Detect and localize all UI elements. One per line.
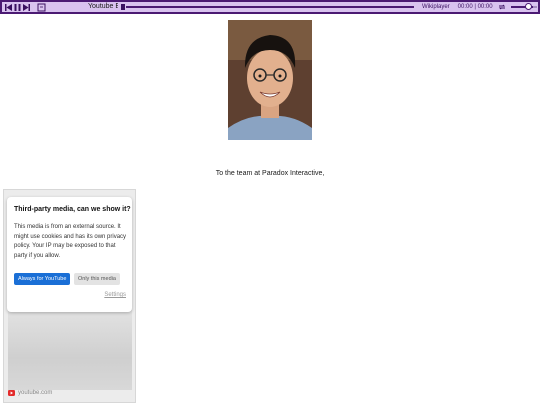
- skip-back-icon: [5, 3, 12, 11]
- skip-forward-icon: [23, 3, 30, 11]
- third-party-consent-dialog: Third-party media, can we show it? This …: [7, 197, 132, 312]
- media-title: Youtube E: [88, 3, 118, 10]
- media-player-bar: Youtube E Wikiplayer 00:00 | 00:00: [0, 0, 540, 14]
- seek-bar[interactable]: [126, 6, 414, 8]
- pause-icon: [14, 3, 21, 11]
- consent-title: Third-party media, can we show it?: [14, 206, 131, 213]
- portrait-photo: [228, 20, 312, 140]
- youtube-icon: [8, 390, 15, 396]
- portrait-illustration: [228, 20, 312, 140]
- embed-source-domain: youtube.com: [18, 390, 53, 396]
- volume-slider[interactable]: [510, 3, 533, 10]
- blurred-video-preview: [8, 310, 132, 390]
- skip-forward-button[interactable]: [22, 2, 31, 12]
- consent-settings-link[interactable]: Settings: [104, 292, 126, 298]
- allow-this-media-button[interactable]: Only this media: [74, 273, 120, 285]
- seek-handle[interactable]: [121, 4, 125, 10]
- always-allow-youtube-button[interactable]: Always for YouTube: [14, 273, 71, 285]
- time-display: 00:00 | 00:00: [457, 4, 493, 10]
- volume-track-end: [532, 6, 537, 8]
- volume-handle[interactable]: [524, 3, 532, 10]
- media-player-controls: Youtube E Wikiplayer 00:00 | 00:00: [2, 2, 538, 12]
- player-source-label: Wikiplayer: [422, 4, 450, 10]
- file-icon[interactable]: [37, 3, 46, 12]
- embed-source-footer[interactable]: youtube.com: [8, 390, 52, 396]
- pause-button[interactable]: [13, 2, 22, 12]
- consent-message: This media is from an external source. I…: [14, 224, 127, 259]
- letter-greeting: To the team at Paradox Interactive,: [215, 170, 325, 177]
- skip-back-button[interactable]: [4, 2, 13, 12]
- loop-icon[interactable]: [498, 3, 506, 11]
- playback-buttons: [4, 2, 31, 12]
